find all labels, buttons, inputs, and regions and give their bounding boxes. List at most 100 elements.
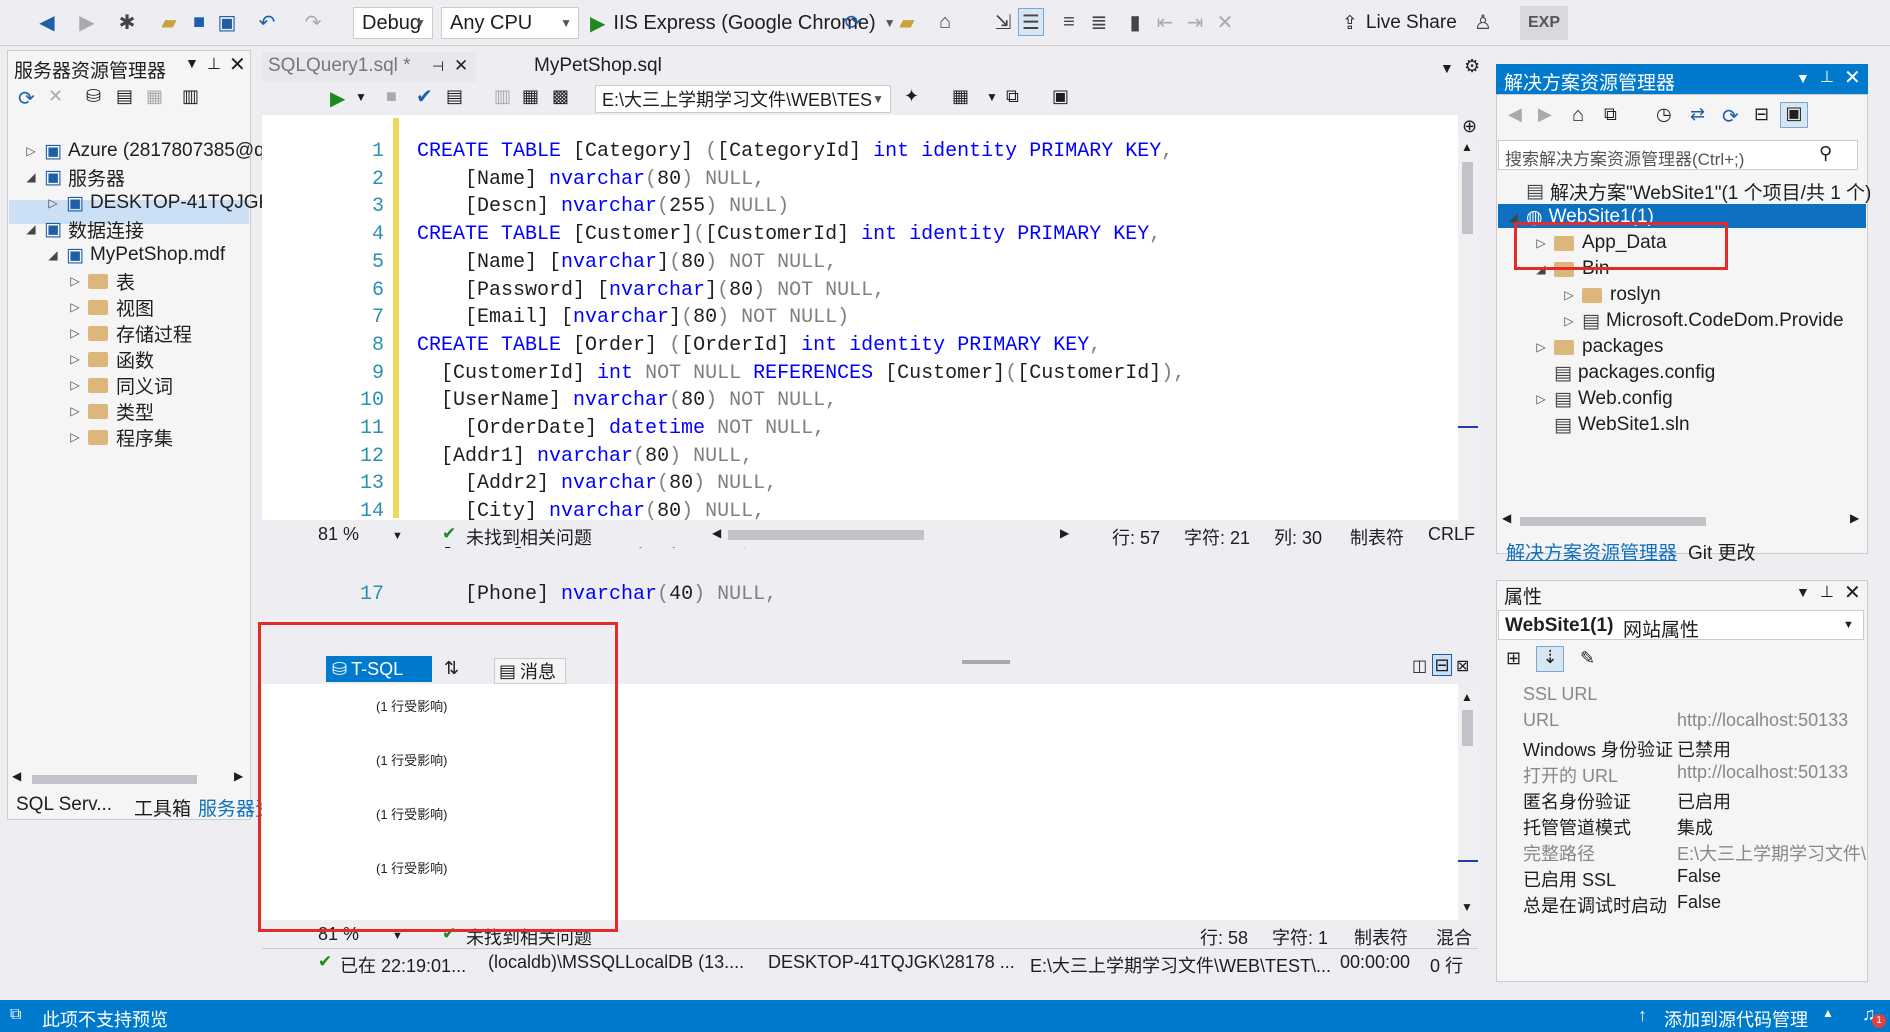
expander-icon[interactable]: ▷ <box>66 404 84 418</box>
back-icon[interactable]: ◀ <box>1508 104 1522 125</box>
forward-icon[interactable]: ▶ <box>74 8 100 36</box>
new-project-icon[interactable]: ✱ <box>114 8 140 36</box>
solution-h-scrollbar[interactable]: ◀ ▶ <box>1498 511 1864 528</box>
server-tree-item[interactable]: ▷ 存储过程 <box>66 320 192 346</box>
code-line[interactable]: [Email] [nvarchar](80) NOT NULL) <box>417 306 849 329</box>
bookmark-icon[interactable]: ▮ <box>1122 8 1148 36</box>
scroll-thumb[interactable] <box>1462 162 1473 234</box>
code-line[interactable]: CREATE TABLE [Category] ([CategoryId] in… <box>417 140 1173 163</box>
property-value[interactable]: http://localhost:50133 <box>1677 762 1848 783</box>
dropdown-icon[interactable]: ▼ <box>185 55 199 71</box>
collapse-all-icon[interactable]: ⊟ <box>1754 104 1769 125</box>
expander-icon[interactable]: ▷ <box>44 196 62 210</box>
tab-git-changes[interactable]: Git 更改 <box>1688 538 1756 565</box>
layout-side-icon[interactable]: ◫ <box>1412 656 1427 676</box>
dropdown-icon[interactable]: ▼ <box>1796 584 1810 600</box>
expander-icon[interactable]: ▷ <box>1560 314 1578 328</box>
server-tree-item[interactable]: ▷ 表 <box>66 268 135 294</box>
platform-select[interactable]: Any CPU ▼ <box>441 7 579 39</box>
account-icon[interactable]: ♙ <box>1470 8 1496 36</box>
tab-toolbox[interactable]: 工具箱 <box>134 794 191 821</box>
configuration-select[interactable]: Debug ▼ <box>353 7 433 39</box>
history-icon[interactable]: ◷ <box>1656 104 1672 125</box>
save-all-icon[interactable]: ▣ <box>214 8 240 36</box>
tab-sqlquery1[interactable]: SQLQuery1.sql * ⊣ ✕ <box>262 52 476 82</box>
database-path-select[interactable]: E:\大三上学期学习文件\WEB\TES ▼ <box>595 85 891 113</box>
code-line[interactable]: [City] nvarchar(80) NULL, <box>417 500 765 523</box>
expander-icon[interactable]: ◢ <box>22 170 40 184</box>
pin-icon[interactable]: ⊥ <box>1820 67 1834 87</box>
execute-icon[interactable]: ▶ <box>330 86 345 111</box>
chevron-down-icon[interactable]: ▼ <box>986 90 998 104</box>
results-vertical-scrollbar[interactable]: ▲ ▼ <box>1458 690 1478 920</box>
chevron-down-icon[interactable]: ▼ <box>392 530 403 542</box>
expander-icon[interactable]: ▷ <box>66 300 84 314</box>
results-grid-icon[interactable]: ▦ <box>952 86 969 107</box>
splitter-handle[interactable] <box>962 660 1010 664</box>
code-line[interactable]: [Addr1] nvarchar(80) NULL, <box>417 445 753 468</box>
add-source-control[interactable]: 添加到源代码管理 <box>1664 1006 1808 1032</box>
solution-tree-item[interactable]: ▤ packages.config <box>1532 360 1715 386</box>
plan-icon[interactable]: ▤ <box>446 86 463 107</box>
scroll-left-icon[interactable]: ◀ <box>712 526 721 540</box>
disconnect-icon[interactable]: ▩ <box>552 86 569 107</box>
categorized-icon[interactable]: ⊞ <box>1506 648 1521 669</box>
next-bookmark-icon[interactable]: ⇥ <box>1182 8 1208 36</box>
tab-mypetshop[interactable]: MyPetShop.sql <box>528 52 668 82</box>
solution-tree-item[interactable]: ▷ ▤ Microsoft.CodeDom.Provide <box>1560 308 1843 334</box>
code-line[interactable]: [Phone] nvarchar(40) NULL, <box>417 583 777 606</box>
chevron-up-icon[interactable]: ▲ <box>1822 1006 1834 1020</box>
alphabetical-icon[interactable]: ⇣ <box>1536 646 1564 672</box>
close-icon[interactable]: ✕ <box>1844 65 1861 90</box>
expander-icon[interactable]: ◢ <box>44 248 62 262</box>
code-line[interactable]: [UserName] nvarchar(80) NOT NULL, <box>417 389 837 412</box>
expander-icon[interactable]: ▷ <box>66 352 84 366</box>
live-share-button[interactable]: ⇪ Live Share <box>1342 8 1457 38</box>
server-tree-item[interactable]: ▷ 程序集 <box>66 424 173 450</box>
browser-icon[interactable]: ⌂ <box>932 8 958 36</box>
open-file-icon[interactable]: ▰ <box>156 8 182 36</box>
server-tree-item[interactable]: ▷ ▣ DESKTOP-41TQJGK <box>44 190 271 216</box>
code-line[interactable]: [Name] [nvarchar](80) NOT NULL, <box>417 251 837 274</box>
schema-compare-icon[interactable]: ⧉ <box>1006 86 1019 107</box>
property-value[interactable]: 集成 <box>1677 814 1713 840</box>
parse-icon[interactable]: ✔ <box>416 84 433 109</box>
property-value[interactable]: False <box>1677 892 1721 913</box>
expander-icon[interactable]: ▷ <box>1532 340 1550 354</box>
redo-icon[interactable]: ↷ <box>300 8 326 36</box>
editor-vertical-scrollbar[interactable]: ▲ <box>1458 140 1478 520</box>
exp-badge[interactable]: EXP <box>1520 6 1568 40</box>
property-value[interactable]: False <box>1677 866 1721 887</box>
stop-icon[interactable]: ✕ <box>48 86 63 107</box>
refresh-icon[interactable]: ⟳ <box>18 86 35 111</box>
pin-icon[interactable]: ⊥ <box>1820 582 1834 602</box>
switch-view-icon[interactable]: ⧉ <box>1604 104 1617 125</box>
property-value[interactable]: 已禁用 <box>1677 736 1731 762</box>
wrench-icon[interactable]: ✎ <box>1580 648 1595 669</box>
solution-tree-item[interactable]: ▷ roslyn <box>1560 282 1660 308</box>
server-tree-item[interactable]: ▷ 同义词 <box>66 372 173 398</box>
undo-icon[interactable]: ↶ <box>254 8 280 36</box>
solution-tree-item[interactable]: ▤ WebSite1.sln <box>1532 412 1690 438</box>
sharepoint-icon[interactable]: ▦ <box>146 86 163 107</box>
close-icon[interactable]: ✕ <box>229 52 246 77</box>
change-connection-icon[interactable]: ▦ <box>522 86 539 107</box>
indent-icon[interactable]: ≡ <box>1056 8 1082 36</box>
gear-icon[interactable]: ⚙ <box>1464 56 1480 77</box>
property-value[interactable]: 已启用 <box>1677 788 1731 814</box>
step-icon[interactable]: ⇲ <box>990 8 1016 36</box>
server-tree-item[interactable]: ▷ 类型 <box>66 398 154 424</box>
pin-icon[interactable]: ⊣ <box>432 58 444 75</box>
server-tree-item[interactable]: ◢ ▣ MyPetShop.mdf <box>44 242 225 268</box>
property-value[interactable]: E:\大三上学期学习文件\ <box>1677 840 1866 866</box>
zoom-level[interactable]: 81 % <box>318 524 359 545</box>
connect-icon[interactable]: ▥ <box>494 86 511 107</box>
refresh-icon[interactable]: ⟳ <box>840 8 866 36</box>
stop-icon[interactable]: ■ <box>386 86 397 107</box>
pin-icon[interactable]: ⊥ <box>207 54 221 74</box>
code-line[interactable]: [Name] nvarchar(80) NULL, <box>417 168 765 191</box>
chevron-down-icon[interactable]: ▼ <box>1440 60 1454 76</box>
connect-database-icon[interactable]: ⛁ <box>86 86 101 107</box>
expander-icon[interactable]: ▷ <box>1532 392 1550 406</box>
save-icon[interactable]: ■ <box>186 8 212 36</box>
